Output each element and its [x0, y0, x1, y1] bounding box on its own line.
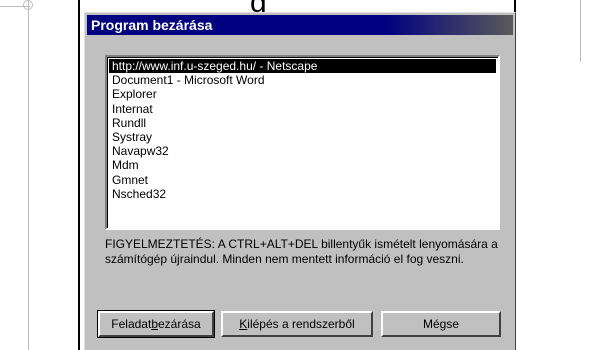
title-bar[interactable]: Program bezárása: [87, 15, 513, 35]
task-list-item[interactable]: Document1 - Microsoft Word: [109, 73, 496, 87]
end-task-label-pre: Feladat: [111, 317, 152, 331]
end-task-label-post: ezárása: [158, 317, 201, 331]
cancel-button[interactable]: Mégse: [381, 311, 501, 337]
end-task-accel: b: [151, 317, 158, 331]
task-list-item[interactable]: Systray: [109, 130, 496, 144]
cancel-label: Mégse: [422, 317, 460, 331]
shutdown-button[interactable]: Kilépés a rendszerből: [221, 311, 373, 337]
task-list-item[interactable]: Nsched32: [109, 187, 496, 201]
task-list-item[interactable]: Navapw32: [109, 144, 496, 158]
crop-circle: [23, 0, 33, 10]
slide-page-right-edge: [580, 0, 581, 62]
shutdown-accel: K: [239, 317, 248, 331]
task-list-item[interactable]: Rundll: [109, 116, 496, 130]
task-list-item[interactable]: Mdm: [109, 158, 496, 172]
task-list-item[interactable]: Gmnet: [109, 173, 496, 187]
close-program-dialog: Program bezárása http://www.inf.u-szeged…: [84, 12, 516, 350]
task-list-item[interactable]: Internat: [109, 102, 496, 116]
task-list-item[interactable]: Explorer: [109, 87, 496, 101]
task-list[interactable]: http://www.inf.u-szeged.hu/ - Netscape Do…: [105, 55, 500, 230]
end-task-button[interactable]: Feladat b ezárása: [97, 310, 215, 338]
shutdown-label-post: ilépés a rendszerből: [247, 317, 355, 331]
dialog-title: Program bezárása: [91, 17, 213, 33]
warning-text: FIGYELMEZTETÉS: A CTRL+ALT+DEL billentyű…: [105, 237, 498, 266]
task-list-item[interactable]: http://www.inf.u-szeged.hu/ - Netscape: [109, 59, 496, 74]
